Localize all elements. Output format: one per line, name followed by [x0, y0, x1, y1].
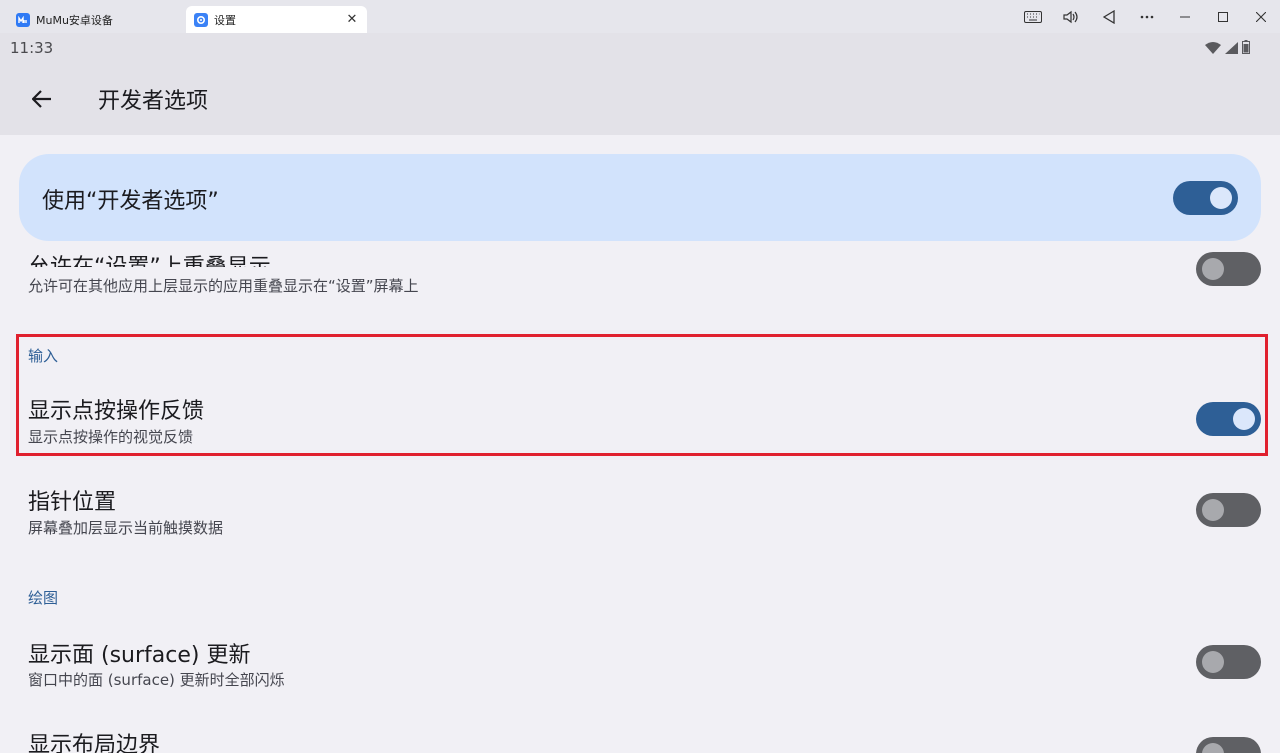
status-icons: [1205, 39, 1250, 58]
page-title: 开发者选项: [98, 89, 209, 114]
surface-updates-title: 显示面 (surface) 更新: [28, 643, 251, 668]
back-arrow-button[interactable]: [28, 85, 56, 113]
maximize-icon[interactable]: [1204, 0, 1242, 33]
layout-bounds-title: 显示布局边界: [28, 733, 161, 753]
battery-icon: [1242, 39, 1250, 58]
app-bar: 开发者选项: [0, 61, 1280, 135]
overlay-setting-title-clipped: 允许在“设置”上重叠显示: [28, 241, 628, 267]
tab-settings[interactable]: 设置 ✕: [186, 6, 367, 33]
pointer-location-title: 指针位置: [28, 490, 117, 515]
layout-bounds-switch[interactable]: [1196, 737, 1261, 753]
minimize-icon[interactable]: [1166, 0, 1204, 33]
highlight-annotation-box: [16, 334, 1268, 456]
pointer-location-switch[interactable]: [1196, 493, 1261, 527]
mumu-logo-icon: [16, 12, 30, 27]
surface-updates-switch[interactable]: [1196, 645, 1261, 679]
master-switch[interactable]: [1173, 181, 1238, 215]
window-controls: [1014, 0, 1280, 33]
tab-label: MuMu安卓设备: [36, 13, 113, 27]
cell-signal-icon: [1225, 39, 1238, 58]
close-icon[interactable]: [1242, 0, 1280, 33]
switch-knob: [1202, 258, 1224, 280]
android-status-bar: 11:33: [0, 33, 1280, 61]
settings-list[interactable]: 允许在“设置”上重叠显示 允许可在其他应用上层显示的应用重叠显示在“设置”屏幕上…: [0, 135, 1280, 753]
keyboard-icon[interactable]: [1014, 0, 1052, 33]
developer-options-master-card[interactable]: 使用“开发者选项”: [19, 154, 1261, 241]
window-titlebar: MuMu安卓设备 设置 ✕: [0, 0, 1280, 33]
switch-knob: [1202, 499, 1224, 521]
switch-knob: [1202, 743, 1224, 753]
master-switch-label: 使用“开发者选项”: [42, 189, 219, 214]
tab-close-icon[interactable]: ✕: [345, 12, 359, 27]
status-time: 11:33: [10, 39, 54, 57]
pointer-location-subtitle: 屏幕叠加层显示当前触摸数据: [28, 519, 224, 537]
wifi-icon: [1205, 39, 1221, 58]
tab-label: 设置: [214, 13, 236, 27]
surface-updates-subtitle: 窗口中的面 (surface) 更新时全部闪烁: [28, 671, 285, 689]
switch-knob: [1202, 651, 1224, 673]
back-arrow-icon: [32, 90, 51, 108]
volume-icon[interactable]: [1052, 0, 1090, 33]
overlay-setting-switch[interactable]: [1196, 252, 1261, 286]
settings-gear-icon: [194, 12, 208, 27]
overlay-setting-subtitle: 允许可在其他应用上层显示的应用重叠显示在“设置”屏幕上: [28, 277, 419, 295]
back-triangle-icon[interactable]: [1090, 0, 1128, 33]
section-header-drawing: 绘图: [28, 589, 59, 607]
tab-mumu-device[interactable]: MuMu安卓设备: [8, 6, 183, 33]
more-icon[interactable]: [1128, 0, 1166, 33]
switch-knob: [1210, 187, 1232, 209]
